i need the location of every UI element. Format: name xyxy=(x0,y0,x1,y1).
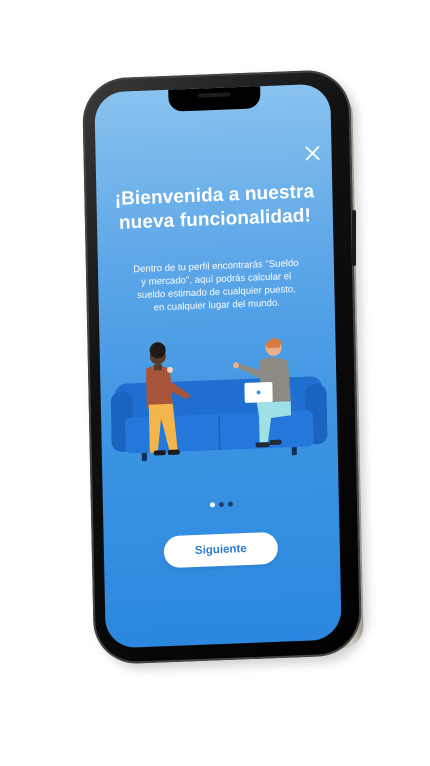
feature-description: Dentro de tu perfil encontrarás "Sueldo … xyxy=(112,256,321,316)
pager-dot[interactable] xyxy=(227,501,233,507)
pager-dot[interactable] xyxy=(218,501,224,508)
pager-dot-active[interactable] xyxy=(209,502,215,508)
power-button xyxy=(352,210,356,266)
phone-screen: ¡Bienvenida a nuestra nueva funcionalida… xyxy=(94,83,342,649)
next-button[interactable]: Siguiente xyxy=(163,531,279,569)
phone-notch xyxy=(168,86,261,112)
close-icon xyxy=(305,146,320,161)
close-button[interactable] xyxy=(303,144,321,163)
welcome-title: ¡Bienvenida a nuestra nueva funcionalida… xyxy=(96,180,333,237)
stage: ¡Bienvenida a nuestra nueva funcionalida… xyxy=(0,0,430,766)
pager-indicator xyxy=(103,497,339,511)
sofa-conversation-illustration xyxy=(110,338,328,461)
